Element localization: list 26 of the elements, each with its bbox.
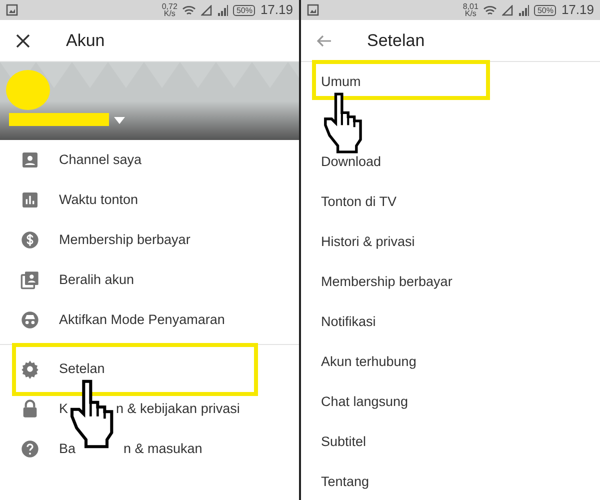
network-speed: 8,01 K/s (462, 3, 478, 17)
help-icon (20, 439, 40, 459)
battery-indicator: 50% (534, 4, 556, 16)
dropdown-icon[interactable] (114, 117, 125, 124)
person-icon (20, 150, 40, 170)
switch-account-icon (20, 270, 40, 290)
signal-bars-icon (217, 4, 228, 16)
close-icon[interactable] (14, 32, 32, 50)
status-time: 17.19 (260, 1, 293, 20)
bar-chart-icon (20, 190, 40, 210)
image-icon (307, 4, 319, 16)
dollar-icon (20, 230, 40, 250)
wifi-icon (182, 4, 196, 16)
incognito-icon (20, 310, 40, 330)
image-icon (6, 4, 18, 16)
wifi-icon (483, 4, 498, 16)
signal-icon (201, 4, 212, 16)
screen-title: Setelan (367, 30, 425, 52)
avatar-redaction (5, 69, 51, 111)
battery-indicator: 50% (233, 4, 256, 16)
screen-title: Akun (66, 30, 105, 52)
network-speed: 0,72 K/s (162, 3, 178, 17)
signal-icon (502, 4, 514, 16)
signal-bars-icon (518, 4, 530, 16)
status-time: 17.19 (561, 1, 594, 20)
gear-icon (20, 359, 40, 379)
